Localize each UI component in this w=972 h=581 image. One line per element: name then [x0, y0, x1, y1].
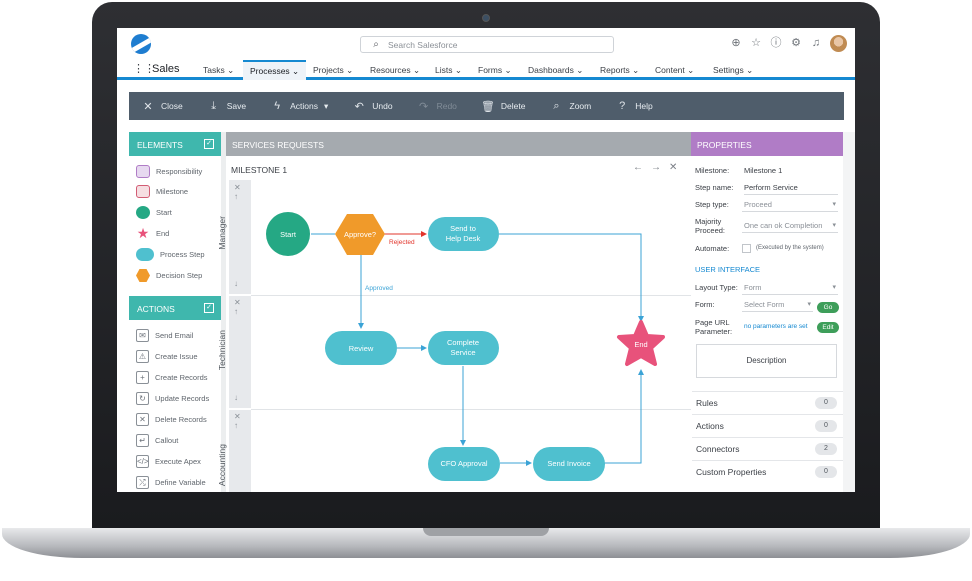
automate-label: Automate: [695, 244, 730, 253]
form-select[interactable]: Select Form [742, 300, 813, 312]
section-actions[interactable]: Actions 0 [692, 414, 843, 437]
section-connectors[interactable]: Connectors 2 [692, 437, 843, 460]
count-badge: 0 [815, 466, 837, 478]
node-approve-label: Approve? [344, 230, 376, 239]
layout-type-label: Layout Type: [695, 283, 738, 292]
laptop-notch [423, 528, 549, 536]
scrollbar[interactable] [843, 132, 855, 492]
section-custom-properties[interactable]: Custom Properties 0 [692, 460, 843, 483]
step-type-label: Step type: [695, 200, 729, 209]
node-complete-label-1: Complete [447, 338, 479, 347]
description-field[interactable]: Description [696, 344, 837, 378]
screen: ⌕ Search Salesforce ⊕ ☆ ⓘ ⚙ ♫ ⋮⋮ Sales T… [117, 28, 855, 492]
connector[interactable] [499, 233, 644, 322]
automate-note: (Executed by the system) [756, 245, 824, 251]
majority-select[interactable]: One can ok Completion [742, 221, 838, 233]
step-name-label: Step name: [695, 183, 734, 192]
node-cfo-label: CFO Approval [440, 459, 487, 468]
step-type-select[interactable]: Proceed [742, 200, 838, 212]
layout-type-select[interactable]: Form [742, 283, 838, 295]
node-start-label: Start [280, 230, 297, 239]
node-end-label: End [634, 340, 647, 349]
go-button[interactable]: Go [817, 302, 839, 313]
node-complete-label-2: Service [450, 348, 475, 357]
section-rules[interactable]: Rules 0 [692, 391, 843, 414]
node-review-label: Review [349, 344, 374, 353]
milestone-label: Milestone: [695, 166, 730, 175]
node-invoice-label: Send Invoice [547, 459, 590, 468]
count-badge: 0 [815, 397, 837, 409]
edit-button[interactable]: Edit [817, 322, 839, 333]
page-url-label: Page URL Parameter: [695, 318, 733, 336]
approved-label: Approved [365, 285, 393, 292]
node-send-help-label-2: Help Desk [446, 234, 481, 243]
connector[interactable] [604, 369, 644, 464]
count-badge: 0 [815, 420, 837, 432]
node-send-help-label-1: Send to [450, 224, 476, 233]
count-badge: 2 [815, 443, 837, 455]
form-label: Form: [695, 300, 715, 309]
camera [482, 14, 490, 22]
rejected-label: Rejected [389, 239, 415, 246]
page-url-value[interactable]: no parameters are set [744, 323, 808, 330]
automate-checkbox[interactable] [742, 244, 751, 253]
milestone-value: Milestone 1 [744, 166, 783, 175]
step-name-input[interactable]: Perform Service [744, 183, 838, 195]
ui-section-title: USER INTERFACE [695, 265, 761, 274]
properties-header: PROPERTIES [691, 132, 843, 156]
majority-label: Majority Proceed: [695, 217, 726, 235]
